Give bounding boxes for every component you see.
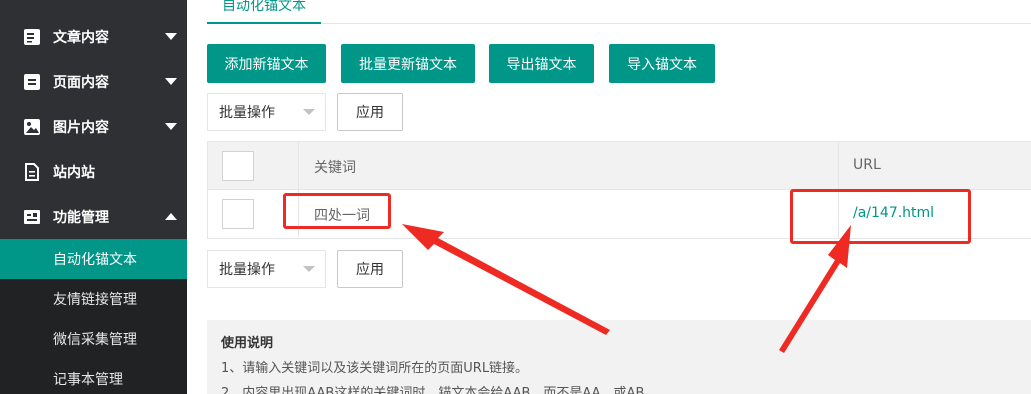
bulk-action-select-bottom[interactable]: 批量操作 [207, 250, 326, 288]
sidebar-submenu: 自动化锚文本 友情链接管理 微信采集管理 记事本管理 [0, 239, 187, 394]
bulk-action-select[interactable]: 批量操作 [207, 93, 326, 131]
chevron-down-icon [165, 33, 177, 40]
sidebar-item-label: 图片内容 [53, 119, 109, 136]
keyword-column-header: 关键词 [314, 160, 356, 176]
table-header: 关键词 URL [208, 142, 1031, 190]
function-icon [24, 209, 40, 224]
usage-line: 2、内容里出现AAB这样的关键词时，锚文本会给AAB，而不是AA，或AB。 [221, 386, 658, 394]
article-icon [24, 28, 40, 45]
sidebar: 文章内容 页面内容 图片内容 站内站 功能管理 自动化锚文本 友情链接管理 微信… [0, 0, 187, 394]
bulk-update-anchor-button[interactable]: 批量更新锚文本 [341, 44, 475, 83]
sidebar-subitem-notepad[interactable]: 记事本管理 [0, 359, 187, 394]
sidebar-item-label: 页面内容 [53, 74, 109, 91]
apply-button[interactable]: 应用 [337, 93, 403, 131]
select-all-checkbox[interactable] [222, 151, 254, 181]
sidebar-subitem-anchor-text[interactable]: 自动化锚文本 [0, 239, 187, 279]
keyword-highlight-box [283, 193, 391, 229]
column-divider [298, 142, 299, 189]
apply-button-bottom[interactable]: 应用 [337, 250, 403, 288]
usage-title: 使用说明 [221, 336, 274, 351]
sidebar-item-label: 文章内容 [53, 29, 109, 46]
sidebar-subitem-friend-links[interactable]: 友情链接管理 [0, 279, 187, 319]
image-icon [24, 118, 40, 135]
sidebar-item-pages[interactable]: 页面内容 [0, 59, 187, 104]
chevron-down-icon [303, 109, 315, 115]
column-divider [838, 142, 839, 189]
chevron-down-icon [165, 78, 177, 85]
page-icon [24, 73, 40, 90]
sidebar-item-images[interactable]: 图片内容 [0, 104, 187, 149]
url-column-header: URL [853, 157, 881, 173]
chevron-down-icon [165, 123, 177, 130]
sidebar-item-subsites[interactable]: 站内站 [0, 149, 187, 194]
usage-instructions: 使用说明 1、请输入关键词以及该关键词所在的页面URL链接。 2、内容里出现AA… [207, 320, 1031, 394]
row-checkbox[interactable] [222, 199, 254, 229]
tab-bar: 自动化锚文本 [207, 0, 1031, 24]
bulk-action-value: 批量操作 [219, 262, 275, 278]
add-anchor-button[interactable]: 添加新锚文本 [207, 44, 326, 83]
import-anchor-button[interactable]: 导入锚文本 [609, 44, 715, 83]
bulk-action-value: 批量操作 [219, 105, 275, 121]
url-highlight-box [790, 189, 971, 244]
tab-anchor-text[interactable]: 自动化锚文本 [207, 0, 321, 24]
sidebar-item-label: 站内站 [53, 164, 95, 181]
chevron-down-icon [303, 266, 315, 272]
sidebar-item-articles[interactable]: 文章内容 [0, 14, 187, 59]
sidebar-subitem-wechat-collect[interactable]: 微信采集管理 [0, 319, 187, 359]
sidebar-item-functions[interactable]: 功能管理 [0, 194, 187, 239]
chevron-up-icon [165, 213, 177, 220]
usage-line: 1、请输入关键词以及该关键词所在的页面URL链接。 [221, 361, 529, 376]
document-icon [25, 162, 39, 181]
sidebar-item-label: 功能管理 [53, 209, 109, 226]
export-anchor-button[interactable]: 导出锚文本 [489, 44, 594, 83]
